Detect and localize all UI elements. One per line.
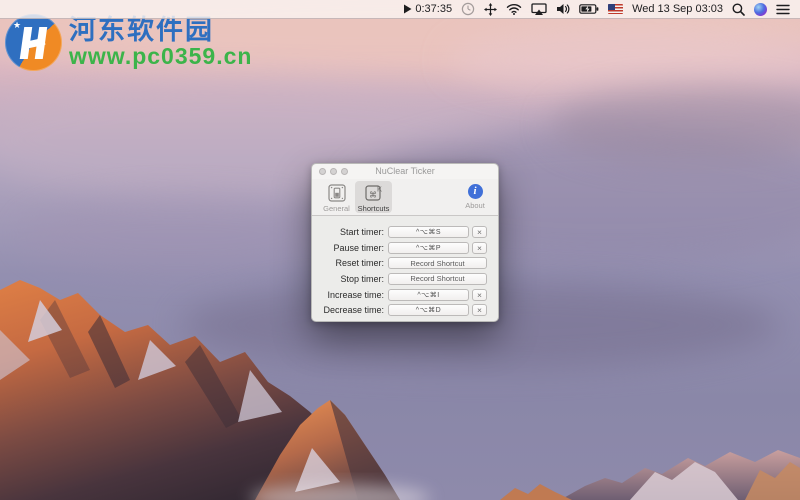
nuclear-ticker-window: NuClear Ticker General ⌘ K Shortcuts i A… [311, 163, 499, 322]
increase-time-clear-button[interactable]: × [472, 288, 487, 301]
row-label: Increase time: [327, 289, 384, 300]
menu-bar-datetime: Wed 13 Sep 03:03 [632, 3, 723, 15]
tab-general-label: General [323, 204, 350, 213]
row-label: Decrease time: [323, 305, 384, 316]
increase-time-shortcut-field[interactable]: ^⌥⌘I [388, 288, 469, 301]
airplay-display-icon [531, 3, 547, 15]
search-icon [732, 3, 745, 16]
start-timer-shortcut-field[interactable]: ^⌥⌘S [388, 225, 469, 238]
about-button-label: About [465, 201, 485, 210]
notification-center-icon [776, 4, 790, 15]
timer-value: 0:37:35 [415, 3, 453, 15]
watermark-site-name: 河东软件园 [69, 14, 214, 45]
play-icon [403, 4, 412, 14]
volume-icon [556, 3, 570, 15]
preferences-toolbar: General ⌘ K Shortcuts i About [312, 179, 498, 216]
shortcut-row-start-timer: Start timer: ^⌥⌘S × [312, 224, 498, 240]
zoom-window-button[interactable] [341, 168, 348, 175]
tab-general[interactable]: General [318, 181, 355, 213]
close-window-button[interactable] [319, 168, 326, 175]
timer-menu-item[interactable]: 0:37:35 [403, 0, 452, 18]
shortcuts-pane: Start timer: ^⌥⌘S × Pause timer: ^⌥⌘P × … [312, 216, 498, 319]
site-watermark: ★ 河东软件园 www.pc0359.cn [5, 14, 252, 71]
shortcut-row-reset-timer: Reset timer: Record Shortcut [312, 255, 498, 271]
clock-icon [461, 2, 475, 16]
clock-date-menu-item[interactable]: Wed 13 Sep 03:03 [632, 0, 723, 18]
window-titlebar[interactable]: NuClear Ticker [312, 164, 498, 179]
general-switch-icon [327, 183, 347, 203]
svg-text:⌘: ⌘ [369, 191, 377, 200]
wifi-icon [506, 3, 522, 15]
row-label: Reset timer: [335, 258, 384, 269]
shortcut-row-increase-time: Increase time: ^⌥⌘I × [312, 287, 498, 303]
row-label: Pause timer: [333, 242, 384, 253]
minimize-window-button[interactable] [330, 168, 337, 175]
start-timer-clear-button[interactable]: × [472, 225, 487, 238]
notification-center-menu-item[interactable] [776, 0, 790, 18]
shortcut-row-pause-timer: Pause timer: ^⌥⌘P × [312, 240, 498, 256]
window-manager-menu-item[interactable] [484, 0, 498, 18]
decrease-time-shortcut-field[interactable]: ^⌥⌘D [388, 304, 469, 317]
airplay-menu-item[interactable] [531, 0, 547, 18]
decrease-time-clear-button[interactable]: × [472, 304, 487, 317]
watermark-logo-icon: ★ [5, 14, 62, 71]
traffic-lights [319, 168, 348, 175]
reset-timer-record-shortcut-button[interactable]: Record Shortcut [388, 257, 487, 270]
siri-menu-item[interactable] [754, 0, 767, 18]
row-label: Start timer: [339, 226, 384, 237]
tab-shortcuts-label: Shortcuts [357, 204, 390, 213]
tab-shortcuts[interactable]: ⌘ K Shortcuts [355, 181, 392, 213]
battery-menu-item[interactable] [579, 0, 599, 18]
shortcut-row-stop-timer: Stop timer: Record Shortcut [312, 271, 498, 287]
battery-icon [579, 4, 599, 14]
wifi-menu-item[interactable] [506, 0, 522, 18]
svg-text:K: K [377, 185, 382, 194]
menu-bar-status-items: 0:37:35 Wed 13 Sep 03:03 [403, 0, 800, 18]
about-button[interactable]: i About [460, 181, 490, 213]
menu-bar: 0:37:35 Wed 13 Sep 03:03 [0, 0, 800, 19]
volume-menu-item[interactable] [556, 0, 570, 18]
spotlight-menu-item[interactable] [732, 0, 745, 18]
shortcuts-command-key-icon: ⌘ K [364, 183, 384, 203]
input-source-menu-item[interactable] [608, 0, 624, 18]
row-label: Stop timer: [340, 273, 384, 284]
clock-menu-item[interactable] [461, 0, 475, 18]
pause-timer-shortcut-field[interactable]: ^⌥⌘P [388, 241, 469, 254]
info-icon: i [467, 184, 483, 199]
shortcut-row-decrease-time: Decrease time: ^⌥⌘D × [312, 302, 498, 318]
watermark-site-url: www.pc0359.cn [69, 43, 253, 70]
pause-timer-clear-button[interactable]: × [472, 241, 487, 254]
stop-timer-record-shortcut-button[interactable]: Record Shortcut [388, 272, 487, 285]
move-arrows-icon [484, 2, 498, 16]
siri-icon [754, 2, 767, 16]
us-flag-icon [608, 4, 624, 14]
